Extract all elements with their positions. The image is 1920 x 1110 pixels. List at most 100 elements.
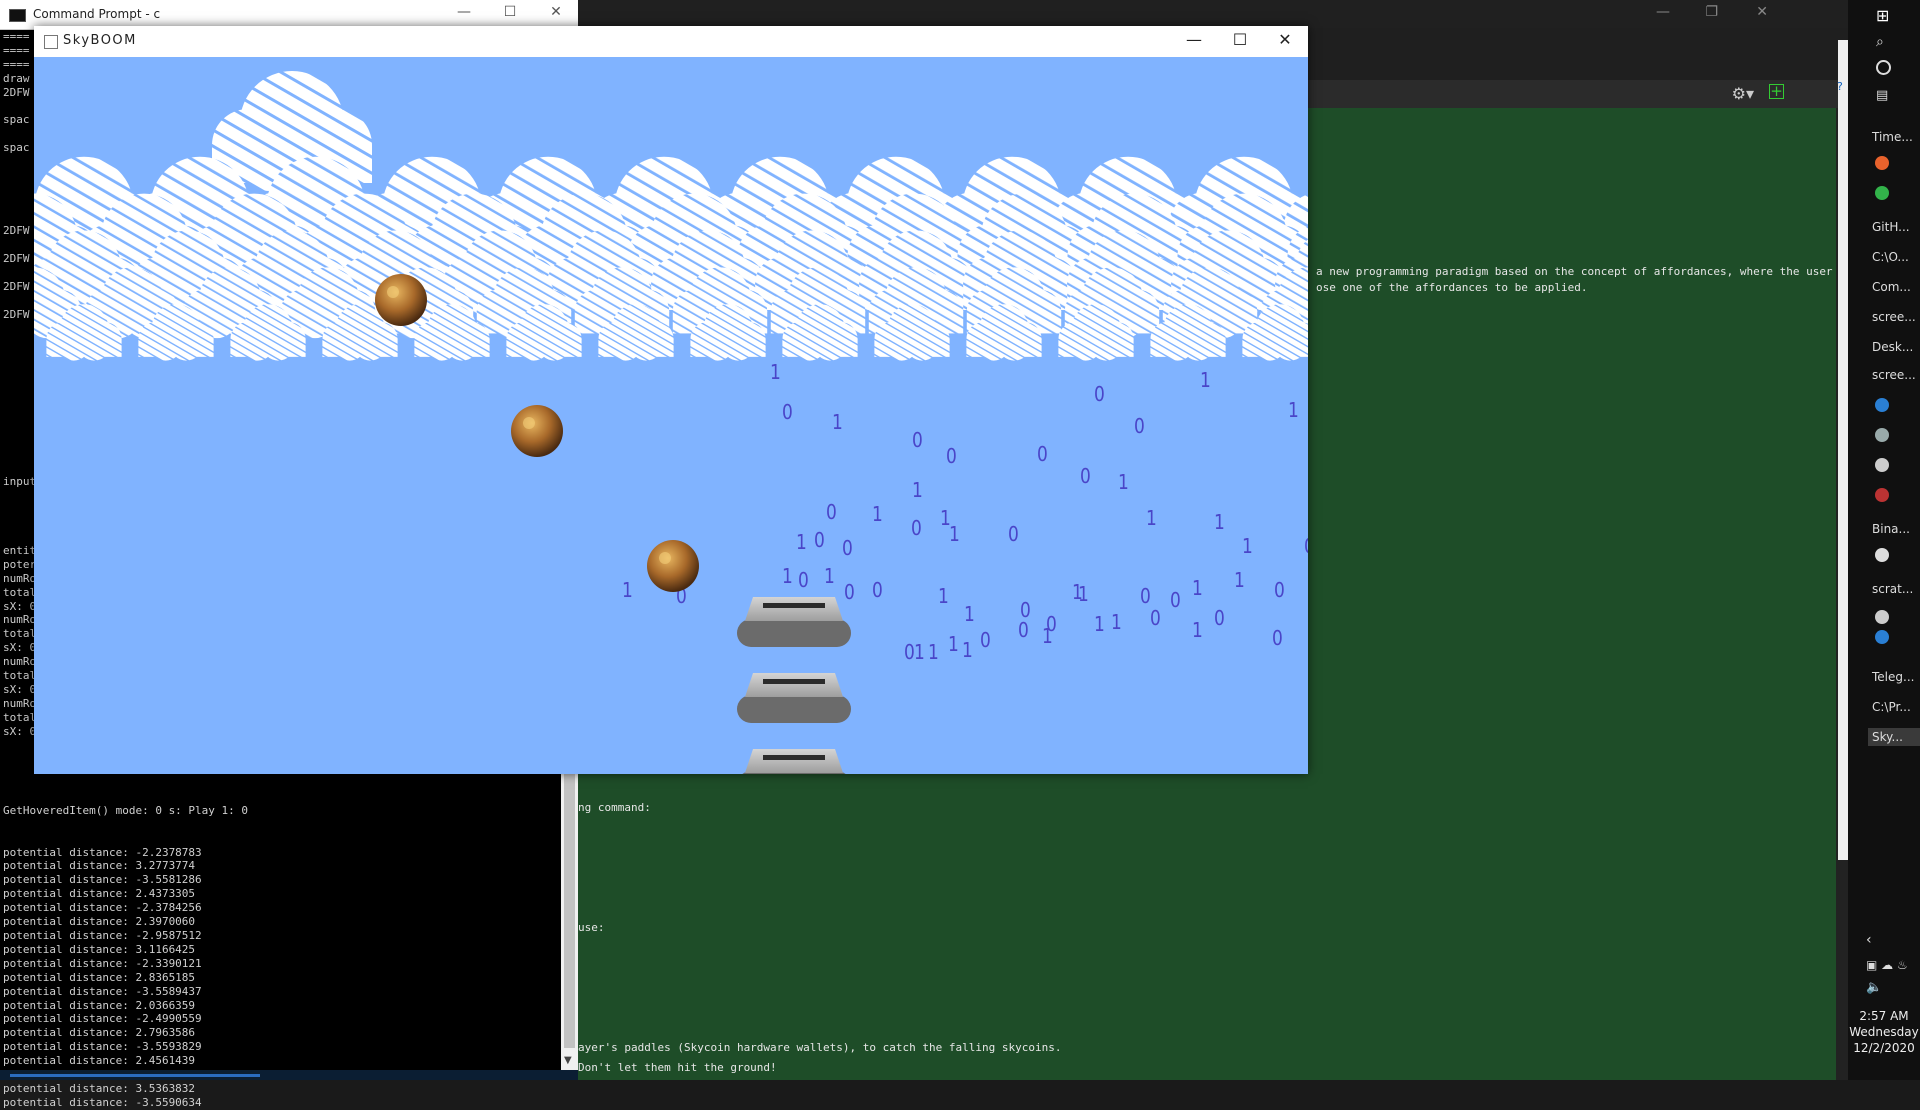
cloud-base xyxy=(1150,339,1225,357)
falling-digits: 1010010100010111001010111010100111100110… xyxy=(622,362,1308,665)
console-line: sX: 0 xyxy=(3,641,36,655)
close-icon[interactable]: ✕ xyxy=(534,4,578,20)
binary-digit: 1 xyxy=(622,580,633,603)
taskbar-item[interactable]: Bina... xyxy=(1868,520,1920,538)
windows-icon[interactable]: ⊞ xyxy=(1876,6,1889,25)
taskbar-item[interactable]: Sky... xyxy=(1868,728,1920,746)
maximize-icon[interactable]: ☐ xyxy=(488,4,532,20)
game-titlebar[interactable]: SkyBOOM — ☐ ✕ xyxy=(34,26,1308,57)
console-line xyxy=(3,391,36,405)
paddle-slot xyxy=(763,679,825,684)
binary-digit: 1 xyxy=(1111,612,1122,635)
console-line: spac xyxy=(3,141,36,155)
taskbar-item[interactable]: C:\Pr... xyxy=(1868,698,1920,716)
console-line: potential distance: 3.5363832 xyxy=(3,1082,248,1096)
minimize-icon[interactable]: — xyxy=(1656,4,1670,20)
binary-digit: 0 xyxy=(1150,608,1161,631)
binary-digit: 0 xyxy=(912,430,923,453)
taskbar-item[interactable]: scrat... xyxy=(1868,580,1920,598)
maximize-icon[interactable]: ☐ xyxy=(1217,30,1263,49)
console-line: entit xyxy=(3,544,36,558)
help-icon[interactable]: ? xyxy=(1837,80,1843,93)
coin-highlight xyxy=(659,552,671,564)
binary-digit: 0 xyxy=(904,642,915,665)
taskbar-item[interactable]: Time... xyxy=(1868,128,1920,146)
window-title: SkyBOOM xyxy=(63,33,137,48)
binary-digit: 1 xyxy=(872,504,883,527)
binary-digit: 0 xyxy=(798,570,809,593)
minimize-icon[interactable]: — xyxy=(1171,30,1217,49)
binary-digit: 1 xyxy=(1288,400,1299,423)
console-line xyxy=(3,155,36,169)
console-line xyxy=(3,363,36,377)
game-window: SkyBOOM — ☐ ✕ 10100 xyxy=(34,26,1308,774)
binary-digit: 1 xyxy=(928,642,939,665)
binary-digit: 1 xyxy=(1200,370,1211,393)
close-icon[interactable]: ✕ xyxy=(1756,4,1768,20)
clock-date[interactable]: 12/2/2020 xyxy=(1848,1040,1920,1056)
paddle-base xyxy=(737,695,851,723)
progress-line xyxy=(10,1074,260,1077)
taskbar-item[interactable]: scree... xyxy=(1868,366,1920,384)
taskbar-app-icon[interactable] xyxy=(1875,630,1889,644)
console-line: 2DFW xyxy=(3,308,36,322)
taskbar-app-icon[interactable] xyxy=(1875,156,1889,170)
console-line: input xyxy=(3,475,36,489)
taskbar-app-icon[interactable] xyxy=(1875,428,1889,442)
cloud-base xyxy=(322,339,397,357)
console-line: potential distance: -2.3784256 xyxy=(3,901,248,915)
console-line: sX: 0 xyxy=(3,683,36,697)
console-line xyxy=(3,336,36,350)
binary-digit: 1 xyxy=(962,640,973,663)
console-line: potential distance: -2.4990559 xyxy=(3,1012,248,1026)
console-line xyxy=(3,405,36,419)
taskbar-app-icon[interactable] xyxy=(1875,548,1889,562)
taskbar-item[interactable]: Teleg... xyxy=(1868,668,1920,686)
console-line xyxy=(3,349,36,363)
binary-digit: 1 xyxy=(832,412,843,435)
editor-side-scrollbar[interactable]: ? xyxy=(1838,40,1848,860)
binary-digit: 0 xyxy=(1020,600,1031,623)
gear-icon[interactable]: ⚙▾ xyxy=(1732,84,1754,103)
taskbar-app-icon[interactable] xyxy=(1875,610,1889,624)
taskbar-item[interactable]: GitH... xyxy=(1868,218,1920,236)
task-view-icon[interactable]: ▤ xyxy=(1876,88,1888,103)
binary-digit: 1 xyxy=(964,604,975,627)
volume-icon[interactable]: 🔈 xyxy=(1866,980,1882,995)
taskbar-item[interactable]: Desk... xyxy=(1868,338,1920,356)
console-line: potential distance: -3.5581286 xyxy=(3,873,248,887)
console-line: draw xyxy=(3,72,36,86)
console-line: potential distance: 2.8365185 xyxy=(3,971,248,985)
console-line: total xyxy=(3,711,36,725)
binary-digit: 0 xyxy=(1080,466,1091,489)
chevron-left-icon[interactable]: ‹ xyxy=(1866,932,1872,948)
add-icon[interactable]: + xyxy=(1769,84,1784,99)
scroll-down-icon[interactable]: ▼ xyxy=(564,1055,572,1066)
paddle-base xyxy=(737,619,851,647)
taskbar-item[interactable]: Com... xyxy=(1868,278,1920,296)
close-icon[interactable]: ✕ xyxy=(1262,30,1308,49)
clock-time[interactable]: 2:57 AM xyxy=(1848,1008,1920,1024)
binary-digit: 0 xyxy=(1304,536,1308,559)
minimize-icon[interactable]: — xyxy=(442,4,486,20)
console-line xyxy=(3,377,36,391)
taskbar-app-icon[interactable] xyxy=(1875,398,1889,412)
taskbar-app-icon[interactable] xyxy=(1875,458,1889,472)
console-line: 2DFW xyxy=(3,280,36,294)
taskbar-app-icon[interactable] xyxy=(1875,488,1889,502)
coin-highlight xyxy=(523,417,535,429)
cloud-base xyxy=(46,339,121,357)
cloud-base xyxy=(874,339,949,357)
clock-day[interactable]: Wednesday xyxy=(1848,1024,1920,1040)
console-line: potential distance: -2.3390121 xyxy=(3,957,248,971)
tray-icons[interactable]: ▣ ☁ ♨ xyxy=(1866,958,1908,972)
taskbar-app-icon[interactable] xyxy=(1875,186,1889,200)
console-line xyxy=(3,99,36,113)
taskbar-item[interactable]: scree... xyxy=(1868,308,1920,326)
cortana-icon[interactable] xyxy=(1876,60,1891,75)
binary-digit: 1 xyxy=(1146,508,1157,531)
taskbar-item[interactable]: C:\O... xyxy=(1868,248,1920,266)
restore-icon[interactable]: ❐ xyxy=(1705,4,1718,20)
game-canvas[interactable]: 1010010100010111001010111010100111100110… xyxy=(34,57,1308,774)
search-icon[interactable]: ⌕ xyxy=(1876,34,1884,50)
